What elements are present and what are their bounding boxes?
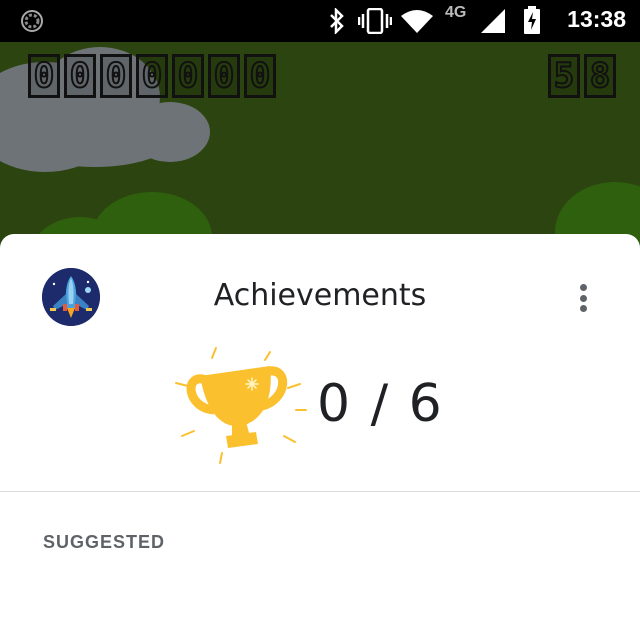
loading-icon [21,10,43,32]
network-type: 4G [445,4,467,21]
section-heading-suggested: SUGGESTED [43,532,166,552]
score-digit: 0 [172,54,204,98]
cell-signal-icon [481,9,505,33]
timer-digit: 5 [548,54,580,98]
score-digit: 0 [244,54,276,98]
more-options-button[interactable] [566,278,600,318]
achievements-sheet: Achievements 0 / 6 SUGGESTED [0,234,640,617]
cloud [130,102,210,162]
bluetooth-icon [330,8,344,34]
vibrate-icon [358,8,392,34]
achievements-count: 0 / 6 [317,374,444,434]
score-display: 0 0 0 0 0 0 0 [28,54,276,98]
sheet-title: Achievements [213,278,427,313]
score-digit: 0 [64,54,96,98]
score-digit: 0 [136,54,168,98]
score-digit: 0 [208,54,240,98]
more-vert-icon [579,284,587,291]
score-digit: 0 [28,54,60,98]
status-bar: 4G 13:38 [0,0,640,42]
more-vert-icon-dot [579,305,587,312]
divider [0,491,640,492]
trophy-icon [175,347,307,464]
battery-charging-icon [524,6,540,34]
clock: 13:38 [567,6,626,32]
score-digit: 0 [100,54,132,98]
wifi-icon [401,10,433,33]
more-vert-icon-dot [579,294,587,302]
timer-display: 5 8 [548,54,616,98]
timer-digit: 8 [584,54,616,98]
